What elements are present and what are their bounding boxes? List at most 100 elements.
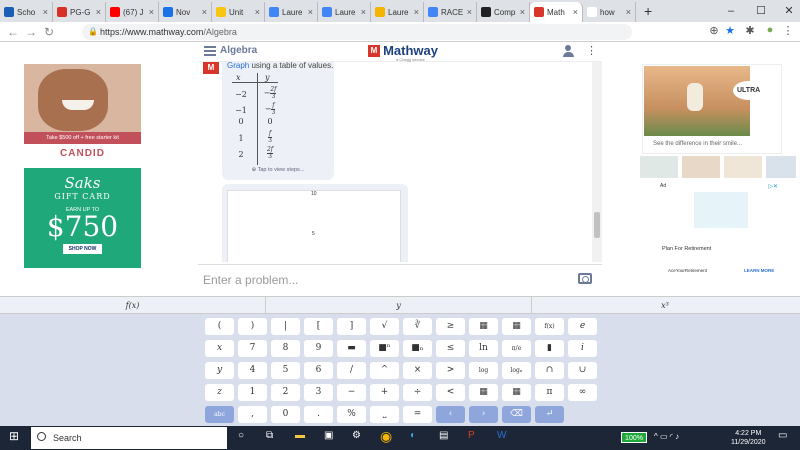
browser-tab[interactable]: Laure ×	[371, 2, 424, 22]
subject-selector[interactable]: Algebra	[220, 45, 257, 56]
ad-choices-icon[interactable]: ▷✕	[768, 183, 778, 190]
ad-learn-more[interactable]: LEARN MORE	[744, 268, 774, 273]
camera-icon[interactable]	[578, 273, 592, 284]
keyboard-key[interactable]: %	[337, 406, 366, 423]
edge-icon[interactable]: ◐	[410, 430, 416, 441]
keyboard-key[interactable]: ∩	[535, 362, 564, 379]
candid-ad[interactable]: Take $500 off + free starter kit CANDID	[24, 64, 141, 164]
browser-tab[interactable]: Math ×	[530, 2, 583, 22]
windows-start-icon[interactable]: ⊞	[9, 429, 19, 443]
powerpoint-icon[interactable]: P	[468, 430, 475, 441]
taskbar-clock[interactable]: 4:22 PM 11/29/2020	[731, 429, 766, 447]
keyboard-key[interactable]: π/e	[502, 340, 531, 357]
keyboard-key[interactable]: ‹	[436, 406, 465, 423]
keyboard-key[interactable]: ■ⁿ	[370, 340, 399, 357]
keyboard-key[interactable]: )	[238, 318, 267, 335]
maximize-icon[interactable]: ☐	[746, 0, 776, 22]
browser-tab[interactable]: RACE ×	[424, 2, 477, 22]
chat-scrollbar[interactable]	[592, 62, 602, 262]
keyboard-key[interactable]: π	[535, 384, 564, 401]
tab-close-icon[interactable]: ×	[361, 7, 366, 17]
tab-close-icon[interactable]: ×	[626, 7, 631, 17]
keyboard-key[interactable]: i	[568, 340, 597, 357]
keyboard-key[interactable]: 8	[271, 340, 300, 357]
keyboard-key[interactable]: 7	[238, 340, 267, 357]
keyboard-key[interactable]: 3	[304, 384, 333, 401]
tab-close-icon[interactable]: ×	[149, 7, 154, 17]
keyboard-key[interactable]: f(x)	[535, 318, 564, 335]
store-icon[interactable]: ▣	[324, 430, 333, 441]
close-window-icon[interactable]: ✕	[774, 0, 800, 22]
cortana-icon[interactable]: ○	[238, 430, 244, 441]
keyboard-key[interactable]: y	[205, 362, 234, 379]
keyboard-key[interactable]: .	[304, 406, 333, 423]
settings-gear-icon[interactable]: ⚙	[352, 430, 361, 441]
keyboard-key[interactable]: 9	[304, 340, 333, 357]
keyboard-key[interactable]: ▦	[469, 384, 498, 401]
browser-tab[interactable]: Laure ×	[318, 2, 371, 22]
graph-canvas[interactable]: 10 5	[227, 190, 401, 262]
tab-close-icon[interactable]: ×	[308, 7, 313, 17]
browser-menu-icon[interactable]: ⋮	[780, 24, 796, 37]
task-view-icon[interactable]: ⧉	[266, 430, 273, 441]
scrollbar-thumb[interactable]	[594, 212, 600, 238]
keyboard-key[interactable]: ›	[469, 406, 498, 423]
ad-thumbnails[interactable]	[640, 156, 800, 178]
tab-close-icon[interactable]: ×	[96, 7, 101, 17]
forward-icon[interactable]: →	[22, 25, 40, 39]
system-tray-icons[interactable]: ^ ▭ ◜ ♪	[654, 432, 679, 441]
user-icon[interactable]	[562, 45, 574, 57]
saks-shop-button[interactable]: SHOP NOW	[62, 244, 103, 254]
keyboard-key[interactable]: z	[205, 384, 234, 401]
keyboard-key[interactable]: ▦	[502, 384, 531, 401]
tap-to-view-steps[interactable]: ⊕ Tap to view steps...	[222, 167, 334, 173]
browser-tab[interactable]: Laure ×	[265, 2, 318, 22]
keyboard-key[interactable]: ↵	[535, 406, 564, 423]
extensions-icon[interactable]: ✱	[742, 24, 758, 37]
keyboard-key[interactable]: ×	[403, 362, 432, 379]
keyboard-key[interactable]: 6	[304, 362, 333, 379]
tab-fx[interactable]: f(x)	[0, 297, 266, 314]
keyboard-key[interactable]: ]	[337, 318, 366, 335]
keyboard-key[interactable]: /	[337, 362, 366, 379]
keyboard-key[interactable]: abc	[205, 406, 234, 423]
keyboard-key[interactable]: >	[436, 362, 465, 379]
keyboard-key[interactable]: 0	[271, 406, 300, 423]
more-options-icon[interactable]: ⋮	[586, 44, 597, 57]
keyboard-key[interactable]: ▦	[502, 318, 531, 335]
keyboard-key[interactable]: 2	[271, 384, 300, 401]
keyboard-key[interactable]: ∞	[568, 384, 597, 401]
tab-close-icon[interactable]: ×	[43, 7, 48, 17]
browser-tab[interactable]: Unit ×	[212, 2, 265, 22]
keyboard-key[interactable]: ▦	[469, 318, 498, 335]
keyboard-key[interactable]: ▮	[535, 340, 564, 357]
keyboard-key[interactable]: ⎵	[370, 406, 399, 423]
keyboard-key[interactable]: ÷	[403, 384, 432, 401]
url-field[interactable]: 🔒 https://www.mathway.com/Algebra	[82, 24, 632, 40]
keyboard-key[interactable]: e	[568, 318, 597, 335]
keyboard-key[interactable]: 5	[271, 362, 300, 379]
keyboard-key[interactable]: √	[370, 318, 399, 335]
problem-input[interactable]: Enter a problem...	[203, 273, 298, 287]
keyboard-key[interactable]: logₙ	[502, 362, 531, 379]
battery-indicator[interactable]: 100%	[621, 432, 647, 443]
keyboard-key[interactable]: ln	[469, 340, 498, 357]
keyboard-key[interactable]: <	[436, 384, 465, 401]
keyboard-key[interactable]: x	[205, 340, 234, 357]
notifications-icon[interactable]: ▭	[778, 430, 787, 441]
keyboard-key[interactable]: 1	[238, 384, 267, 401]
tab-close-icon[interactable]: ×	[255, 7, 260, 17]
keyboard-key[interactable]: [	[304, 318, 333, 335]
keyboard-key[interactable]: 4	[238, 362, 267, 379]
terminal-icon[interactable]: ▤	[439, 430, 448, 441]
tab-close-icon[interactable]: ×	[202, 7, 207, 17]
keyboard-key[interactable]: ∪	[568, 362, 597, 379]
browser-tab[interactable]: PG-G ×	[53, 2, 106, 22]
tab-close-icon[interactable]: ×	[573, 7, 578, 17]
keyboard-key[interactable]: ≥	[436, 318, 465, 335]
reload-icon[interactable]: ↻	[40, 25, 58, 39]
browser-tab[interactable]: (67) J ×	[106, 2, 159, 22]
bookmark-star-icon[interactable]: ★	[722, 24, 738, 37]
tab-close-icon[interactable]: ×	[520, 7, 525, 17]
saks-ad[interactable]: Saks GIFT CARD EARN UP TO $750 SHOP NOW	[24, 168, 141, 268]
